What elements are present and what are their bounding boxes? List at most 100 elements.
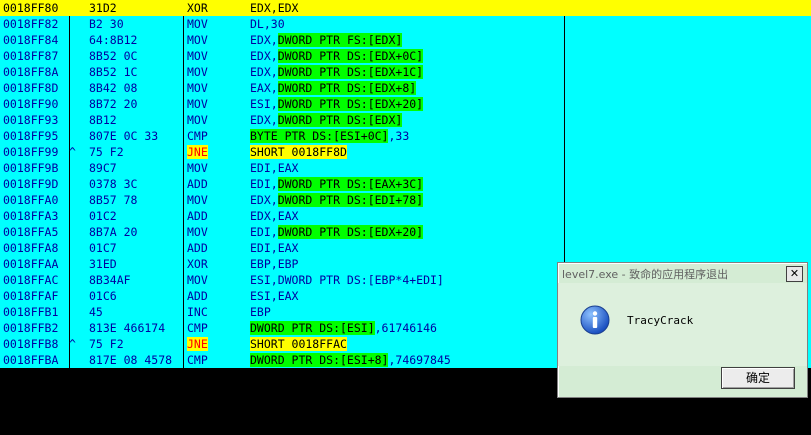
mnemonic-text: CMP	[187, 321, 208, 335]
operand-part: DWORD PTR DS:[EDX+20]	[277, 225, 424, 239]
hex-dump-cell: B2 30	[89, 17, 124, 31]
address-cell: 0018FF84	[3, 33, 59, 47]
operand-part: ESI,	[250, 97, 278, 111]
mnemonic-cell: JNE	[187, 336, 245, 352]
disasm-row[interactable]: 0018FF90 8B72 20 MOV ESI,DWORD PTR DS:[EDX+…	[0, 96, 811, 112]
operand-part: DWORD PTR DS:[ESI]	[250, 321, 375, 335]
mnemonic-text: MOV	[187, 33, 208, 47]
mnemonic-cell: MOV	[187, 224, 245, 240]
operand-cell: EDI,EAX	[250, 160, 560, 176]
mnemonic-text: ADD	[187, 241, 208, 255]
mnemonic-cell: MOV	[187, 32, 245, 48]
mnemonic-cell: MOV	[187, 272, 245, 288]
disasm-row[interactable]: 0018FF80 31D2 XOR EDX,EDX	[0, 0, 811, 16]
operand-cell: ESI,EAX	[250, 288, 560, 304]
disasm-row[interactable]: 0018FF9B 89C7 MOV EDI,EAX	[0, 160, 811, 176]
operand-part: DL,30	[250, 17, 285, 31]
disasm-row[interactable]: 0018FFA0 8B57 78 MOV EDX,DWORD PTR DS:[EDI+…	[0, 192, 811, 208]
hex-dump-cell: 01C7	[89, 241, 117, 255]
disasm-row[interactable]: 0018FF84 64:8B12 MOV EDX,DWORD PTR FS:[EDX]	[0, 32, 811, 48]
disasm-row[interactable]: 0018FFA3 01C2 ADD EDX,EAX	[0, 208, 811, 224]
operand-cell: DWORD PTR DS:[ESI],61746146	[250, 320, 560, 336]
operand-cell: EDX,EAX	[250, 208, 560, 224]
operand-part: EDX,	[250, 65, 278, 79]
address-cell: 0018FF80	[3, 1, 59, 15]
hex-dump-cell: 8B52 0C	[89, 49, 138, 63]
operand-part: DWORD PTR DS:[EDI+78]	[277, 193, 424, 207]
address-cell: 0018FF95	[3, 129, 59, 143]
address-cell: 0018FFA5	[3, 225, 59, 239]
close-button[interactable]: ✕	[786, 266, 803, 282]
address-cell: 0018FF99	[3, 145, 59, 159]
operand-part: ,74697845	[388, 353, 451, 367]
hex-dump-cell: 01C2	[89, 209, 117, 223]
mnemonic-text: CMP	[187, 353, 208, 367]
operand-part: EBP,EBP	[250, 257, 299, 271]
mnemonic-text: MOV	[187, 49, 208, 63]
operand-cell: EDX,EDX	[250, 0, 560, 16]
hex-dump-cell: 01C6	[89, 289, 117, 303]
mnemonic-text: JNE	[187, 337, 208, 351]
mnemonic-text: MOV	[187, 17, 208, 31]
mnemonic-cell: MOV	[187, 192, 245, 208]
operand-part: EDX,	[250, 113, 278, 127]
operand-cell: SHORT 0018FFAC	[250, 336, 560, 352]
mnemonic-cell: XOR	[187, 0, 245, 16]
hex-dump-cell: 31ED	[89, 257, 117, 271]
operand-cell: EDI,DWORD PTR DS:[EDX+20]	[250, 224, 560, 240]
mnemonic-text: MOV	[187, 113, 208, 127]
mnemonic-cell: INC	[187, 304, 245, 320]
operand-part: ,61746146	[374, 321, 437, 335]
mnemonic-cell: MOV	[187, 80, 245, 96]
hex-dump-cell: 8B52 1C	[89, 65, 138, 79]
operand-cell: EAX,DWORD PTR DS:[EDX+8]	[250, 80, 560, 96]
disasm-row[interactable]: 0018FF99 ^ 75 F2 JNE SHORT 0018FF8D	[0, 144, 811, 160]
operand-part: DWORD PTR DS:[EAX+3C]	[277, 177, 424, 191]
disasm-row[interactable]: 0018FF8D 8B42 08 MOV EAX,DWORD PTR DS:[EDX+…	[0, 80, 811, 96]
operand-part: DWORD PTR DS:[ESI+8]	[250, 353, 389, 367]
hex-dump-cell: 64:8B12	[89, 33, 138, 47]
mnemonic-text: MOV	[187, 193, 208, 207]
address-cell: 0018FF82	[3, 17, 59, 31]
mnemonic-text: MOV	[187, 81, 208, 95]
disasm-row[interactable]: 0018FF9D 0378 3C ADD EDI,DWORD PTR DS:[EAX+…	[0, 176, 811, 192]
operand-cell: DL,30	[250, 16, 560, 32]
disasm-row[interactable]: 0018FFA8 01C7 ADD EDI,EAX	[0, 240, 811, 256]
operand-part: DWORD PTR FS:[EDX]	[277, 33, 403, 47]
operand-part: EBP	[250, 305, 271, 319]
jump-marker: ^	[69, 337, 76, 351]
operand-cell: EDX,DWORD PTR DS:[EDI+78]	[250, 192, 560, 208]
address-cell: 0018FF90	[3, 97, 59, 111]
disasm-row[interactable]: 0018FF93 8B12 MOV EDX,DWORD PTR DS:[EDX]	[0, 112, 811, 128]
operand-part: DWORD PTR DS:[EDX+8]	[277, 81, 417, 95]
operand-part: EDI,	[250, 225, 278, 239]
disasm-row[interactable]: 0018FFA5 8B7A 20 MOV EDI,DWORD PTR DS:[EDX+…	[0, 224, 811, 240]
mnemonic-cell: MOV	[187, 112, 245, 128]
operand-part: EDX,	[250, 193, 278, 207]
mnemonic-cell: XOR	[187, 256, 245, 272]
mnemonic-cell: MOV	[187, 48, 245, 64]
disasm-row[interactable]: 0018FF95 807E 0C 33 CMP BYTE PTR DS:[ESI+0C…	[0, 128, 811, 144]
mnemonic-text: XOR	[187, 1, 208, 15]
address-cell: 0018FFAF	[3, 289, 59, 303]
address-cell: 0018FFAA	[3, 257, 59, 271]
operand-part: EDI,	[250, 177, 278, 191]
mnemonic-cell: ADD	[187, 240, 245, 256]
mnemonic-cell: MOV	[187, 64, 245, 80]
mnemonic-cell: CMP	[187, 352, 245, 368]
address-cell: 0018FFA8	[3, 241, 59, 255]
address-cell: 0018FF9B	[3, 161, 59, 175]
hex-dump-cell: 89C7	[89, 161, 117, 175]
hex-dump-cell: 8B42 08	[89, 81, 138, 95]
ok-button[interactable]: 确定	[721, 367, 795, 389]
disasm-row[interactable]: 0018FF87 8B52 0C MOV EDX,DWORD PTR DS:[EDX+…	[0, 48, 811, 64]
jump-marker: ^	[69, 145, 76, 159]
operand-part: DWORD PTR DS:[EDX+1C]	[277, 65, 424, 79]
operand-cell: ESI,DWORD PTR DS:[EBP*4+EDI]	[250, 272, 560, 288]
operand-part: EAX,	[250, 81, 278, 95]
disasm-row[interactable]: 0018FF8A 8B52 1C MOV EDX,DWORD PTR DS:[EDX+…	[0, 64, 811, 80]
address-cell: 0018FFB1	[3, 305, 59, 319]
disasm-row[interactable]: 0018FF82 B2 30 MOV DL,30	[0, 16, 811, 32]
operand-part: EDX,	[250, 33, 278, 47]
operand-cell: EDX,DWORD PTR DS:[EDX]	[250, 112, 560, 128]
